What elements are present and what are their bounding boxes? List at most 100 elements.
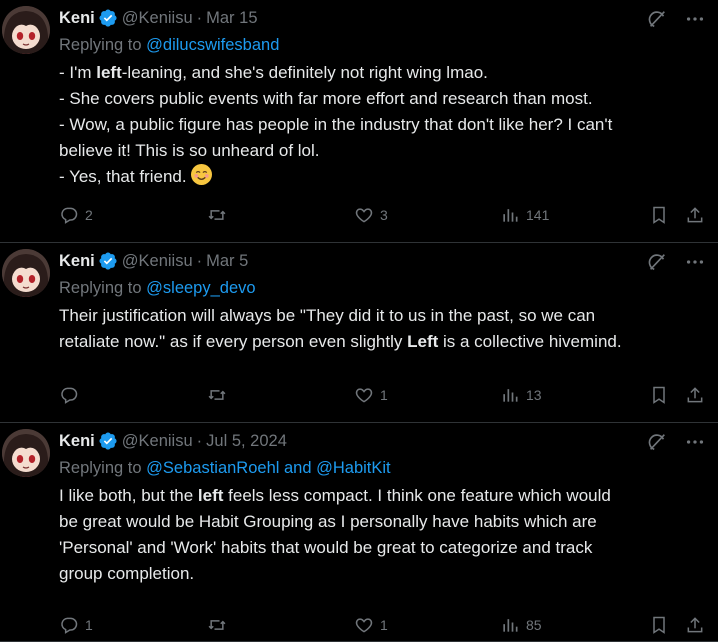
tweet-text-line: - She covers public events with far more… [59, 86, 612, 112]
separator: · [196, 8, 203, 27]
handle[interactable]: @Keniisu [122, 9, 193, 28]
smiling-face-emoji-icon [191, 164, 213, 185]
replying-label: Replying to [59, 459, 142, 477]
replying-to-link[interactable]: @SebastianRoehl and @HabitKit [146, 459, 390, 477]
tweet-header: Keni @Keniisu · Mar 15 [59, 7, 258, 29]
text-segment: 'Personal' and 'Work' habits that would … [59, 538, 593, 557]
replying-label: Replying to [59, 279, 142, 297]
verified-badge-icon [98, 251, 118, 271]
share-button[interactable] [685, 385, 705, 405]
handle[interactable]: @Keniisu [122, 432, 193, 451]
views-icon [500, 615, 520, 635]
reply-icon [59, 205, 79, 225]
avatar[interactable] [2, 249, 50, 297]
text-segment: believe it! This is so unheard of lol. [59, 141, 320, 160]
views-button[interactable]: 13 [500, 385, 542, 405]
replying-to-link[interactable]: @sleepy_devo [146, 279, 255, 297]
tweet-text-line: - Yes, that friend. [59, 164, 612, 190]
like-icon [354, 205, 374, 225]
avatar[interactable] [2, 6, 50, 54]
avatar[interactable] [2, 429, 50, 477]
more-icon[interactable] [684, 8, 706, 30]
grok-icon[interactable] [646, 431, 668, 453]
tweet-actions: 2 3 141 [59, 204, 706, 226]
like-icon [354, 615, 374, 635]
more-icon[interactable] [684, 251, 706, 273]
text-segment: - I'm [59, 63, 97, 82]
share-button[interactable] [685, 615, 705, 635]
tweet-text-line: I like both, but the left feels less com… [59, 483, 611, 509]
tweet-actions: 1 1 85 [59, 614, 706, 636]
timestamp[interactable]: Mar 5 [206, 252, 248, 271]
views-count: 13 [526, 387, 542, 403]
tweet-text-line: Their justification will always be "They… [59, 303, 622, 329]
reply-button[interactable]: 2 [59, 205, 93, 225]
like-icon [354, 385, 374, 405]
text-segment: feels less compact. I think one feature … [223, 486, 611, 505]
timestamp[interactable]: Mar 15 [206, 9, 257, 28]
replying-to-link[interactable]: @dilucswifesband [146, 36, 279, 54]
tweet-text: I like both, but the left feels less com… [59, 483, 611, 587]
text-segment: Their justification will always be "They… [59, 306, 596, 325]
like-count: 1 [380, 387, 388, 403]
tweet-text: - I'm left-leaning, and she's definitely… [59, 60, 612, 190]
like-button[interactable]: 3 [354, 205, 388, 225]
tweet-text-line: group completion. [59, 561, 611, 587]
reply-icon [59, 615, 79, 635]
grok-icon[interactable] [646, 251, 668, 273]
tweet-header: Keni @Keniisu · Mar 5 [59, 250, 248, 272]
display-name[interactable]: Keni [59, 432, 95, 451]
replying-label: Replying to [59, 36, 142, 54]
highlighted-word: left [197, 486, 224, 505]
tweet[interactable]: Keni @Keniisu · Mar 5 Replying to @sleepy_de… [0, 243, 718, 423]
bookmark-button[interactable] [649, 385, 669, 405]
text-segment: be great would be Habit Grouping as I pe… [59, 512, 597, 531]
grok-icon[interactable] [646, 8, 668, 30]
share-icon [685, 385, 705, 405]
views-icon [500, 385, 520, 405]
display-name[interactable]: Keni [59, 252, 95, 271]
text-segment: is a collective hivemind. [438, 332, 622, 351]
verified-badge-icon [98, 8, 118, 28]
share-icon [685, 615, 705, 635]
tweet-text-line: believe it! This is so unheard of lol. [59, 138, 612, 164]
text-segment: I like both, but the [59, 486, 198, 505]
tweet-text: Their justification will always be "They… [59, 303, 622, 355]
views-count: 85 [526, 617, 542, 633]
share-button[interactable] [685, 205, 705, 225]
retweet-icon [207, 615, 227, 635]
verified-badge-icon [98, 431, 118, 451]
timestamp[interactable]: Jul 5, 2024 [206, 432, 287, 451]
more-icon[interactable] [684, 431, 706, 453]
replying-to: Replying to @sleepy_devo [59, 279, 256, 298]
text-segment: - Yes, that friend. [59, 167, 192, 186]
tweet-text-line: - I'm left-leaning, and she's definitely… [59, 60, 612, 86]
reply-button[interactable]: 1 [59, 615, 93, 635]
tweet-text-line: - Wow, a public figure has people in the… [59, 112, 612, 138]
bookmark-button[interactable] [649, 615, 669, 635]
like-button[interactable]: 1 [354, 385, 388, 405]
tweet-actions: 1 13 [59, 384, 706, 406]
like-button[interactable]: 1 [354, 615, 388, 635]
retweet-icon [207, 385, 227, 405]
reply-button[interactable] [59, 385, 85, 405]
retweet-button[interactable] [207, 385, 233, 405]
views-button[interactable]: 85 [500, 615, 542, 635]
replying-to: Replying to @dilucswifesband [59, 36, 279, 55]
tweet[interactable]: Keni @Keniisu · Jul 5, 2024 Replying to @Seb… [0, 423, 718, 642]
views-button[interactable]: 141 [500, 205, 549, 225]
separator: · [196, 251, 203, 270]
tweet-text-line: be great would be Habit Grouping as I pe… [59, 509, 611, 535]
display-name[interactable]: Keni [59, 9, 95, 28]
tweet[interactable]: Keni @Keniisu · Mar 15 Replying to @dilucswi… [0, 0, 718, 243]
views-icon [500, 205, 520, 225]
bookmark-button[interactable] [649, 205, 669, 225]
reply-icon [59, 385, 79, 405]
separator: · [196, 431, 203, 450]
retweet-icon [207, 205, 227, 225]
like-count: 1 [380, 617, 388, 633]
retweet-button[interactable] [207, 615, 233, 635]
tweet-text-line: retaliate now." as if every person even … [59, 329, 622, 355]
retweet-button[interactable] [207, 205, 233, 225]
handle[interactable]: @Keniisu [122, 252, 193, 271]
